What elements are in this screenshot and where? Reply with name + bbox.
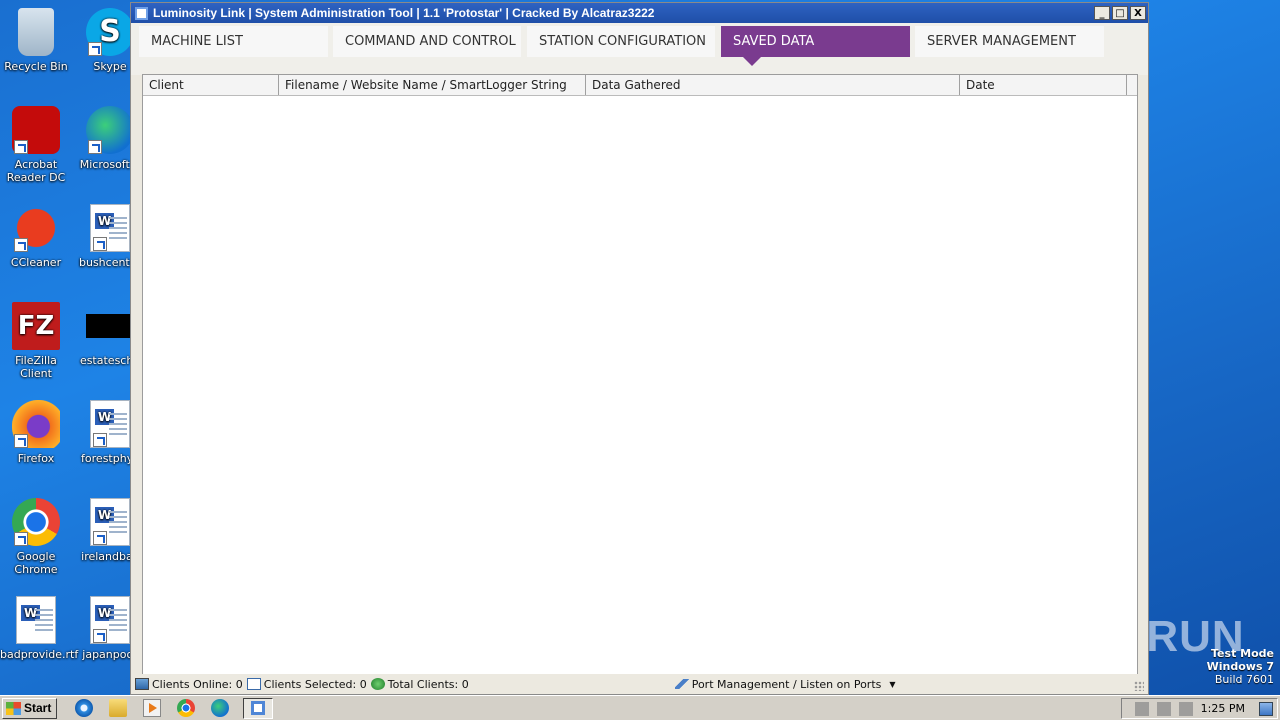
title-bar[interactable]: Luminosity Link | System Administration … bbox=[131, 3, 1148, 23]
clients-selected-status: Clients Selected: 0 bbox=[246, 677, 367, 691]
status-bar: Clients Online: 0 Clients Selected: 0 To… bbox=[131, 674, 1148, 694]
desktop-icon-recycle-bin[interactable]: Recycle Bin bbox=[0, 8, 72, 73]
chrome-icon bbox=[12, 498, 60, 546]
tab-saved-data[interactable]: SAVED DATA bbox=[721, 26, 910, 66]
column-header-data-gathered[interactable]: Data Gathered bbox=[586, 75, 960, 95]
shortcut-arrow-icon bbox=[93, 237, 107, 251]
minimize-button[interactable]: _ bbox=[1094, 6, 1110, 20]
word-doc-icon bbox=[90, 400, 130, 448]
desktop-icon-label: FileZilla Client bbox=[15, 354, 57, 380]
shortcut-arrow-icon bbox=[14, 434, 28, 448]
tab-station-configuration[interactable]: STATION CONFIGURATION bbox=[527, 26, 715, 57]
internet-explorer-icon[interactable] bbox=[75, 699, 94, 717]
close-button[interactable]: X bbox=[1130, 6, 1146, 20]
desktop-icon-firefox[interactable]: Firefox bbox=[0, 400, 72, 465]
firefox-icon bbox=[12, 400, 60, 448]
app-icon bbox=[135, 6, 148, 20]
desktop-icon-chrome[interactable]: Google Chrome bbox=[0, 498, 72, 576]
tab-command-and-control[interactable]: COMMAND AND CONTROL bbox=[333, 26, 521, 57]
desktop-icon-label: Acrobat Reader DC bbox=[6, 158, 66, 184]
dropdown-arrow-icon: ▼ bbox=[889, 679, 896, 689]
chrome-taskbar-icon[interactable] bbox=[177, 699, 196, 717]
shortcut-arrow-icon bbox=[14, 140, 28, 154]
luminosity-taskbar-button[interactable] bbox=[243, 697, 274, 719]
start-label: Start bbox=[24, 701, 52, 715]
desktop-icon-label: Recycle Bin bbox=[4, 60, 68, 73]
globe-icon bbox=[370, 678, 385, 690]
word-doc-icon bbox=[90, 498, 130, 546]
desktop-icon-label: Firefox bbox=[17, 452, 55, 465]
build-label: Build 7601 bbox=[1214, 673, 1274, 686]
acrobat-icon bbox=[12, 106, 60, 154]
start-button[interactable]: Start bbox=[2, 697, 58, 719]
luminosity-window: Luminosity Link | System Administration … bbox=[130, 2, 1149, 695]
explorer-folder-icon[interactable] bbox=[109, 699, 128, 717]
skype-icon: S bbox=[86, 8, 134, 56]
desktop-icon-label: CCleaner bbox=[10, 256, 62, 269]
total-clients-status: Total Clients: 0 bbox=[370, 677, 469, 691]
desktop-icon-label: badprovide.rtf bbox=[0, 648, 79, 661]
shortcut-arrow-icon bbox=[93, 531, 107, 545]
port-management-dropdown[interactable]: Port Management / Listen on Ports ▼ bbox=[674, 677, 896, 691]
desktop-icon-label: Google Chrome bbox=[14, 550, 58, 576]
system-tray: 1:25 PM bbox=[1121, 698, 1278, 719]
clients-online-text: Clients Online: 0 bbox=[152, 677, 243, 691]
desktop-icon-filezilla[interactable]: FZ FileZilla Client bbox=[0, 302, 72, 380]
pen-icon bbox=[674, 679, 689, 689]
black-file-icon bbox=[86, 314, 134, 338]
os-label: Windows 7 bbox=[1206, 660, 1274, 673]
recycle-bin-icon bbox=[18, 8, 54, 56]
clients-selected-text: Clients Selected: 0 bbox=[263, 677, 367, 691]
shortcut-arrow-icon bbox=[88, 42, 102, 56]
column-header-client[interactable]: Client bbox=[143, 75, 279, 95]
desktop-icon-badprovide[interactable]: badprovide.rtf bbox=[0, 596, 79, 661]
windows-logo-icon bbox=[6, 701, 21, 715]
desktop-icon-ccleaner[interactable]: CCleaner bbox=[0, 204, 72, 269]
media-player-icon[interactable] bbox=[143, 699, 162, 717]
total-clients-text: Total Clients: 0 bbox=[387, 677, 469, 691]
word-doc-icon bbox=[16, 596, 56, 644]
test-mode-notice: Test Mode Windows 7 Build 7601 bbox=[1207, 647, 1274, 686]
maximize-button[interactable]: □ bbox=[1112, 6, 1128, 20]
selection-icon bbox=[246, 678, 261, 690]
tab-bar: MACHINE LIST COMMAND AND CONTROL STATION… bbox=[131, 23, 1148, 75]
edge-taskbar-icon[interactable] bbox=[211, 699, 230, 717]
show-desktop-icon[interactable] bbox=[1259, 701, 1273, 716]
port-management-text: Port Management / Listen on Ports bbox=[691, 677, 882, 691]
column-header-row: Client Filename / Website Name / SmartLo… bbox=[143, 75, 1137, 96]
shortcut-arrow-icon bbox=[93, 629, 107, 643]
tab-machine-list[interactable]: MACHINE LIST bbox=[139, 26, 328, 57]
action-center-flag-icon[interactable] bbox=[1178, 701, 1193, 716]
column-header-filename[interactable]: Filename / Website Name / SmartLogger St… bbox=[279, 75, 586, 95]
saved-data-list[interactable]: Client Filename / Website Name / SmartLo… bbox=[142, 74, 1138, 676]
shortcut-arrow-icon bbox=[14, 238, 28, 252]
network-icon[interactable] bbox=[1156, 701, 1171, 716]
clock[interactable]: 1:25 PM bbox=[1201, 702, 1245, 715]
column-header-date[interactable]: Date bbox=[960, 75, 1127, 95]
computer-icon bbox=[135, 678, 149, 690]
luminosity-app-icon bbox=[251, 701, 266, 715]
shortcut-arrow-icon bbox=[14, 532, 28, 546]
shortcut-arrow-icon bbox=[88, 140, 102, 154]
tab-server-management[interactable]: SERVER MANAGEMENT bbox=[915, 26, 1104, 57]
volume-icon[interactable] bbox=[1134, 701, 1149, 716]
edge-icon bbox=[86, 106, 134, 154]
word-doc-icon bbox=[90, 596, 130, 644]
resize-grip[interactable] bbox=[1134, 681, 1144, 691]
ccleaner-icon bbox=[12, 204, 60, 252]
test-mode-label: Test Mode bbox=[1211, 647, 1274, 660]
filezilla-icon: FZ bbox=[12, 302, 60, 350]
taskbar: Start 1:25 PM bbox=[0, 695, 1280, 720]
clients-online-status: Clients Online: 0 bbox=[135, 678, 243, 691]
window-title: Luminosity Link | System Administration … bbox=[153, 6, 655, 20]
desktop-icon-acrobat[interactable]: Acrobat Reader DC bbox=[0, 106, 72, 184]
shortcut-arrow-icon bbox=[93, 433, 107, 447]
word-doc-icon bbox=[90, 204, 130, 252]
